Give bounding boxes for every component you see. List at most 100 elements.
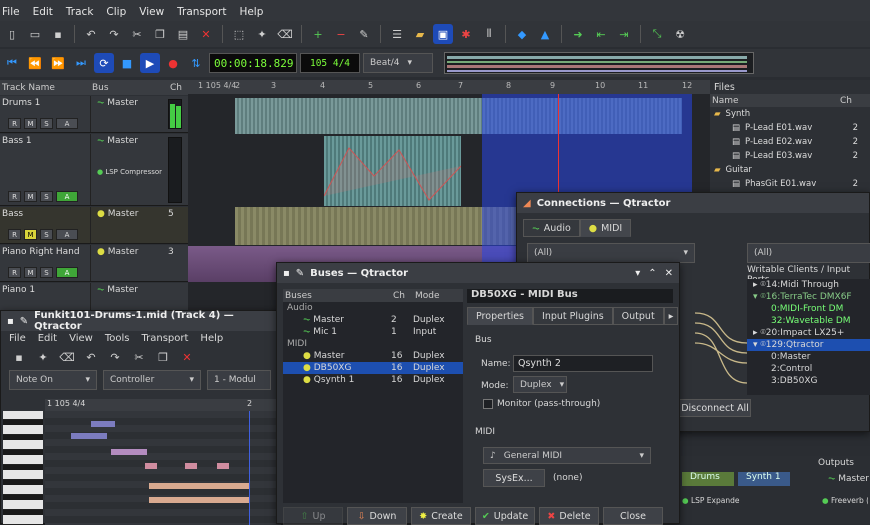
files-view-icon[interactable]: ▰	[410, 24, 430, 44]
mute-button[interactable]: M	[24, 118, 37, 129]
mode-select[interactable]: Duplex ▾	[513, 376, 567, 393]
mute-button[interactable]: M	[24, 229, 37, 240]
time-display[interactable]: 00:00:18.829	[209, 53, 297, 73]
list-item[interactable]: 32:Wavetable DM	[747, 315, 870, 327]
copy-icon[interactable]: ❐	[153, 347, 173, 367]
automation-button[interactable]: A	[56, 267, 78, 278]
header-buses[interactable]: Buses	[283, 291, 391, 301]
update-button[interactable]: ✔ Update	[475, 507, 535, 525]
list-item[interactable]: 0:Master	[747, 351, 870, 363]
list-item[interactable]: 3:DB50XG	[747, 375, 870, 387]
track-row[interactable]: Bass RMSA ● Master 5	[0, 207, 188, 244]
connections-icon[interactable]: ✱	[456, 24, 476, 44]
menu-edit[interactable]: Edit	[33, 6, 53, 18]
punch-icon[interactable]: ⇅	[186, 53, 206, 73]
list-item[interactable]: ▾ ⌾ 16:TerraTec DMX6F	[747, 291, 870, 303]
module-select[interactable]: 1 - Modul	[207, 370, 271, 390]
tempo-display[interactable]: 105 4/4	[300, 53, 360, 73]
header-mode[interactable]: Mode	[413, 291, 440, 301]
input-filter-select[interactable]: (All)	[747, 243, 870, 263]
disconnect-all-button[interactable]: Disconnect All	[679, 399, 751, 417]
redo-icon[interactable]: ↷	[104, 24, 124, 44]
checkbox-box[interactable]	[483, 399, 493, 409]
rewind-start-icon[interactable]: ⏮	[2, 53, 22, 73]
solo-button[interactable]: S	[40, 229, 53, 240]
track-bus[interactable]: ⏦ Master ● LSP Compressor	[90, 134, 167, 205]
strip-drums[interactable]: Drums	[682, 472, 734, 486]
controller-select[interactable]: Controller ▾	[103, 370, 201, 390]
editor-ruler[interactable]: 1 105 4/4 2	[45, 399, 281, 411]
track-bus[interactable]: ⏦ Master	[90, 96, 167, 132]
forward-end-icon[interactable]: ⏭	[71, 53, 91, 73]
menu-view[interactable]: View	[139, 6, 164, 18]
new-file-icon[interactable]: ▯	[2, 24, 22, 44]
forward-icon[interactable]: ⏩	[48, 53, 68, 73]
header-name[interactable]: Name	[710, 96, 838, 106]
open-file-icon[interactable]: ▭	[25, 24, 45, 44]
list-item[interactable]: 2:Control	[747, 363, 870, 375]
editor-titlebar[interactable]: ▪ ✎ Funkit101-Drums-1.mid (Track 4) — Qtra…	[1, 310, 279, 332]
wand-icon[interactable]: ✦	[33, 347, 53, 367]
list-item[interactable]: ▤ PhasGit E01.wav 2	[710, 177, 870, 191]
list-item[interactable]: ▰ Guitar	[710, 163, 870, 177]
cut-icon[interactable]: ✂	[127, 24, 147, 44]
automation-button[interactable]: A	[56, 191, 78, 202]
input-ports-tree[interactable]: ▸ ⌾ 14:Midi Through ▾ ⌾ 16:TerraTec DMX6…	[747, 279, 870, 395]
mute-button[interactable]: M	[24, 191, 37, 202]
create-button[interactable]: ✸ Create	[411, 507, 471, 525]
track-bus[interactable]: ● Master	[90, 245, 167, 281]
tab-midi[interactable]: ● MIDI	[579, 219, 632, 237]
output-strip[interactable]: ⏦ Master	[828, 474, 869, 484]
list-item[interactable]: ▸ ⌾ 20:Impact LX25+	[747, 327, 870, 339]
record-button[interactable]: R	[8, 267, 21, 278]
strip-synth[interactable]: Synth 1	[738, 472, 790, 486]
menu-help[interactable]: Help	[200, 333, 223, 344]
delete-button[interactable]: ✖ Delete	[539, 507, 599, 525]
list-item[interactable]: ▤ P-Lead E02.wav 2	[710, 135, 870, 149]
list-item[interactable]: ▤ P-Lead E03.wav 2	[710, 149, 870, 163]
mixer-view-icon[interactable]: ▣	[433, 24, 453, 44]
wand-icon[interactable]: ✦	[252, 24, 272, 44]
paste-icon[interactable]: ▤	[173, 24, 193, 44]
record-button[interactable]: R	[8, 191, 21, 202]
piano-keyboard[interactable]	[3, 411, 43, 525]
save-icon[interactable]: ▪	[9, 347, 29, 367]
rewind-icon[interactable]: ⏪	[25, 53, 45, 73]
automation-button[interactable]: A	[56, 118, 78, 129]
list-item[interactable]: ▾ ⌾ 129:Qtractor	[747, 339, 870, 351]
bus-name-field[interactable]: Qsynth 2	[513, 355, 653, 372]
move-end-icon[interactable]: ⇥	[614, 24, 634, 44]
piano-roll-grid[interactable]	[45, 411, 281, 525]
monitor-checkbox[interactable]: Monitor (pass-through)	[483, 399, 600, 409]
plugin-slot[interactable]: ● LSP Expande	[682, 496, 739, 505]
solo-button[interactable]: S	[40, 191, 53, 202]
play-icon[interactable]: ▶	[140, 53, 160, 73]
audio-clip[interactable]	[324, 136, 461, 206]
header-ch[interactable]: Ch	[838, 96, 852, 106]
plugin-slot[interactable]: ● Freeverb (Ver	[822, 496, 868, 505]
track-bus[interactable]: ● Master	[90, 207, 167, 243]
edit-track-icon[interactable]: ✎	[354, 24, 374, 44]
list-item[interactable]: ● DB50XG 16 Duplex	[283, 362, 463, 374]
buses-titlebar[interactable]: ▪ ✎ Buses — Qtractor ▾ ⌃ ✕	[277, 263, 679, 283]
menu-file[interactable]: File	[9, 333, 26, 344]
snap-select[interactable]: Beat/4 ▾	[363, 53, 433, 73]
menu-edit[interactable]: Edit	[38, 333, 57, 344]
menu-clip[interactable]: Clip	[106, 6, 126, 18]
record-icon[interactable]: ●	[163, 53, 183, 73]
overview-timeline[interactable]	[444, 52, 754, 74]
tracks-view-icon[interactable]: ☰	[387, 24, 407, 44]
list-item[interactable]: ▰ Synth	[710, 107, 870, 121]
remove-track-icon[interactable]: −	[331, 24, 351, 44]
minimize-icon[interactable]: ⌃	[648, 268, 656, 279]
header-ch[interactable]: Ch	[168, 83, 182, 93]
move-right-icon[interactable]: ➜	[568, 24, 588, 44]
list-item[interactable]: 0:MIDI-Front DM	[747, 303, 870, 315]
tab-audio[interactable]: ⏦ Audio	[523, 219, 580, 237]
header-ch[interactable]: Ch	[391, 291, 413, 301]
close-icon[interactable]: ✕	[665, 268, 673, 279]
output-filter-select[interactable]: (All) ▾	[527, 243, 695, 263]
marker-icon[interactable]: ◆	[512, 24, 532, 44]
plugin-slot[interactable]: ● LSP Compressor	[97, 168, 167, 176]
record-button[interactable]: R	[8, 229, 21, 240]
